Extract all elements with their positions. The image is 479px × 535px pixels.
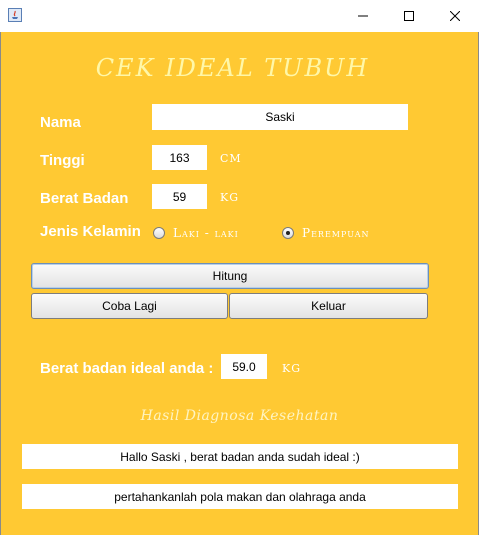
- berat-ideal-unit: KG: [282, 362, 302, 375]
- maximize-icon: [404, 11, 414, 21]
- button-group: Hitung Coba Lagi Keluar: [30, 262, 430, 322]
- diagnosa-message-1: Hallo Saski , berat badan anda sudah ide…: [22, 444, 458, 469]
- radio-laki-laki[interactable]: Laki - laki: [153, 226, 239, 240]
- coba-lagi-button[interactable]: Coba Lagi: [31, 293, 228, 319]
- tinggi-unit: CM: [220, 152, 242, 165]
- radio-perempuan[interactable]: Perempuan: [282, 226, 369, 240]
- java-app-icon: [8, 8, 22, 22]
- nama-label: Nama: [40, 114, 81, 131]
- berat-badan-input[interactable]: [152, 184, 207, 209]
- tinggi-label: Tinggi: [40, 152, 85, 169]
- window-border-left: [0, 32, 1, 535]
- berat-ideal-label: Berat badan ideal anda :: [40, 360, 214, 377]
- maximize-button[interactable]: [386, 0, 432, 32]
- title-bar[interactable]: [0, 0, 479, 32]
- keluar-button[interactable]: Keluar: [229, 293, 428, 319]
- main-panel: CEK IDEAL TUBUH Nama Tinggi CM Berat Bad…: [0, 32, 479, 535]
- radio-perempuan-label: Perempuan: [302, 226, 370, 240]
- hitung-button[interactable]: Hitung: [31, 263, 429, 289]
- diagnosa-message-2: pertahankanlah pola makan dan olahraga a…: [22, 484, 458, 509]
- minimize-icon: [358, 15, 368, 17]
- radio-laki-laki-label: Laki - laki: [173, 226, 239, 240]
- diagnosa-title: Hasil Diagnosa Kesehatan: [140, 408, 339, 424]
- close-icon: [450, 11, 460, 21]
- tinggi-input[interactable]: [152, 145, 207, 170]
- jenis-kelamin-label: Jenis Kelamin: [40, 223, 141, 240]
- radio-laki-laki-button[interactable]: [153, 227, 165, 239]
- berat-unit: KG: [220, 191, 240, 204]
- minimize-button[interactable]: [340, 0, 386, 32]
- berat-badan-label: Berat Badan: [40, 190, 129, 207]
- close-button[interactable]: [432, 0, 478, 32]
- radio-perempuan-button[interactable]: [282, 227, 294, 239]
- nama-input[interactable]: [152, 104, 408, 130]
- berat-ideal-output[interactable]: [221, 354, 267, 379]
- page-title: CEK IDEAL TUBUH: [95, 54, 370, 82]
